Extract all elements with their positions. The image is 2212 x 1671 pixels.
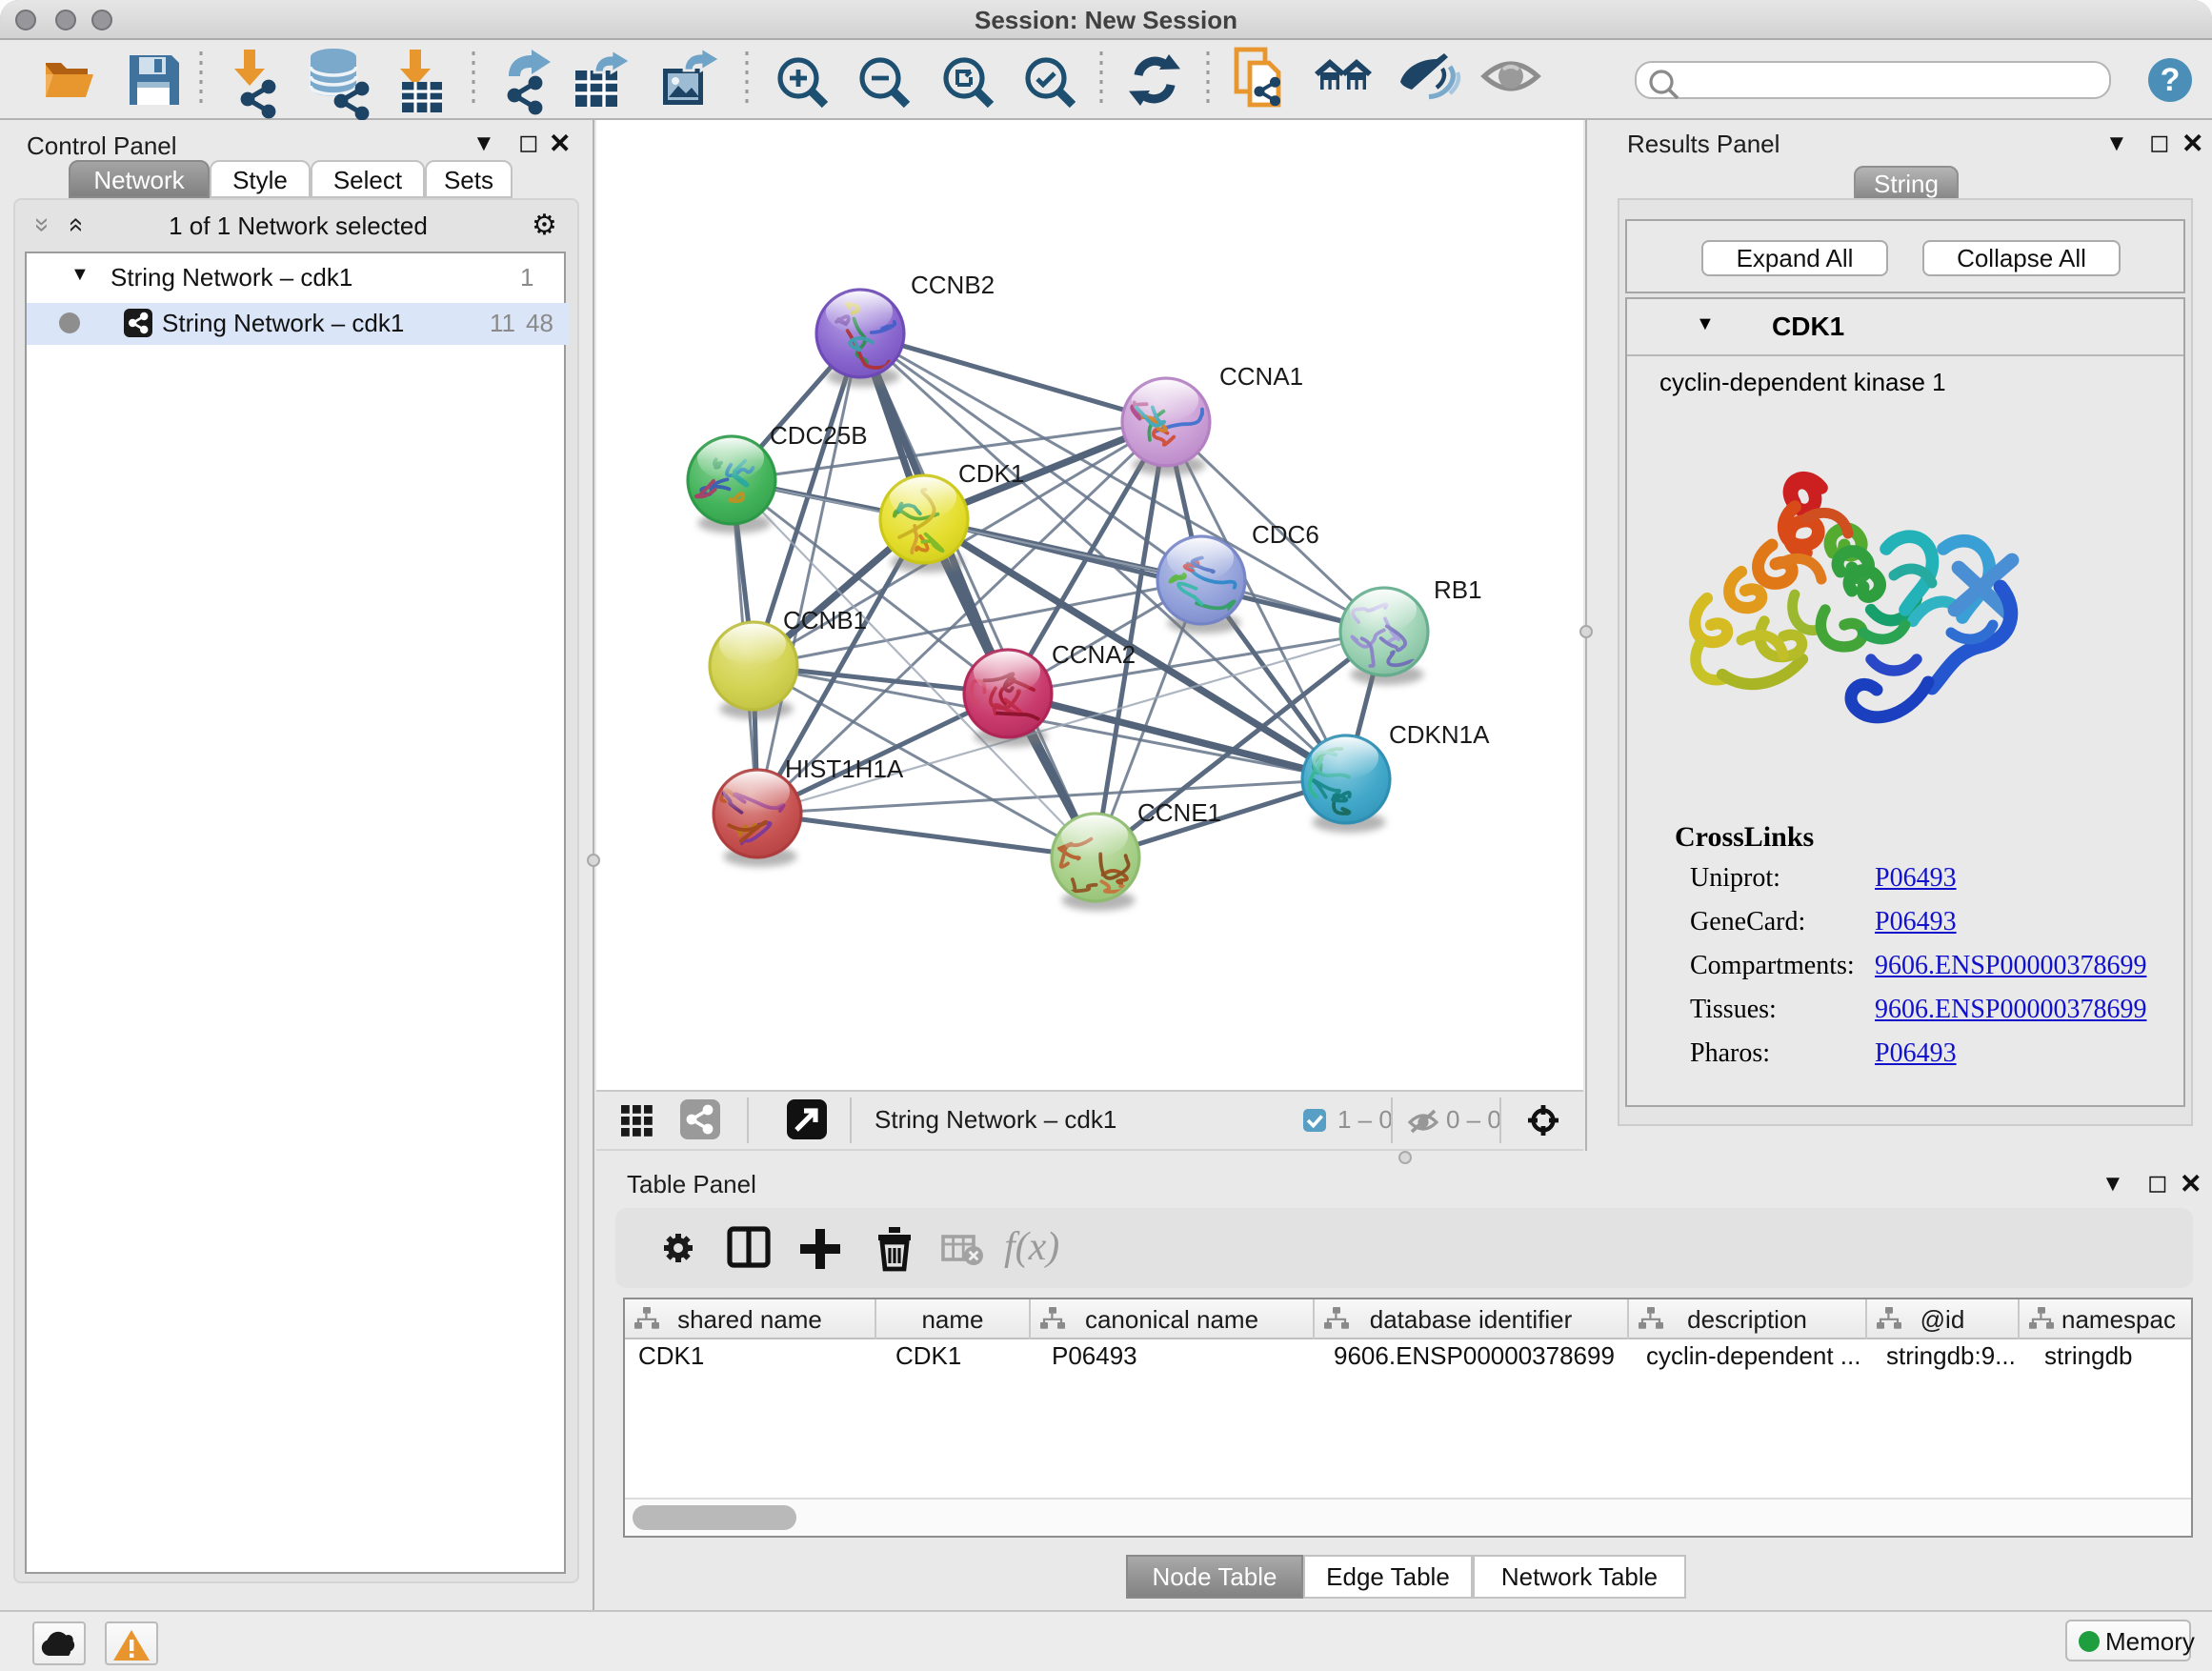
svg-text:HIST1H1A: HIST1H1A <box>785 755 904 783</box>
svg-text:CDKN1A: CDKN1A <box>1389 720 1490 749</box>
svg-text:f(x): f(x) <box>1004 1225 1059 1269</box>
svg-text:CDK1: CDK1 <box>958 459 1024 488</box>
svg-text:CCNB2: CCNB2 <box>911 271 995 299</box>
svg-text:String Network – cdk1: String Network – cdk1 <box>875 1105 1116 1134</box>
svg-text:CCNA2: CCNA2 <box>1052 640 1136 669</box>
svg-text:CCNB1: CCNB1 <box>783 606 867 634</box>
svg-text:?: ? <box>2161 62 2181 98</box>
svg-text:0 – 0: 0 – 0 <box>1446 1105 1501 1134</box>
svg-text:CCNA1: CCNA1 <box>1219 362 1303 391</box>
svg-text:CCNE1: CCNE1 <box>1137 798 1221 827</box>
svg-text:CDC6: CDC6 <box>1252 520 1319 549</box>
svg-text:1 – 0: 1 – 0 <box>1337 1105 1393 1134</box>
svg-text:RB1: RB1 <box>1434 575 1482 604</box>
svg-text:CDC25B: CDC25B <box>770 421 868 450</box>
